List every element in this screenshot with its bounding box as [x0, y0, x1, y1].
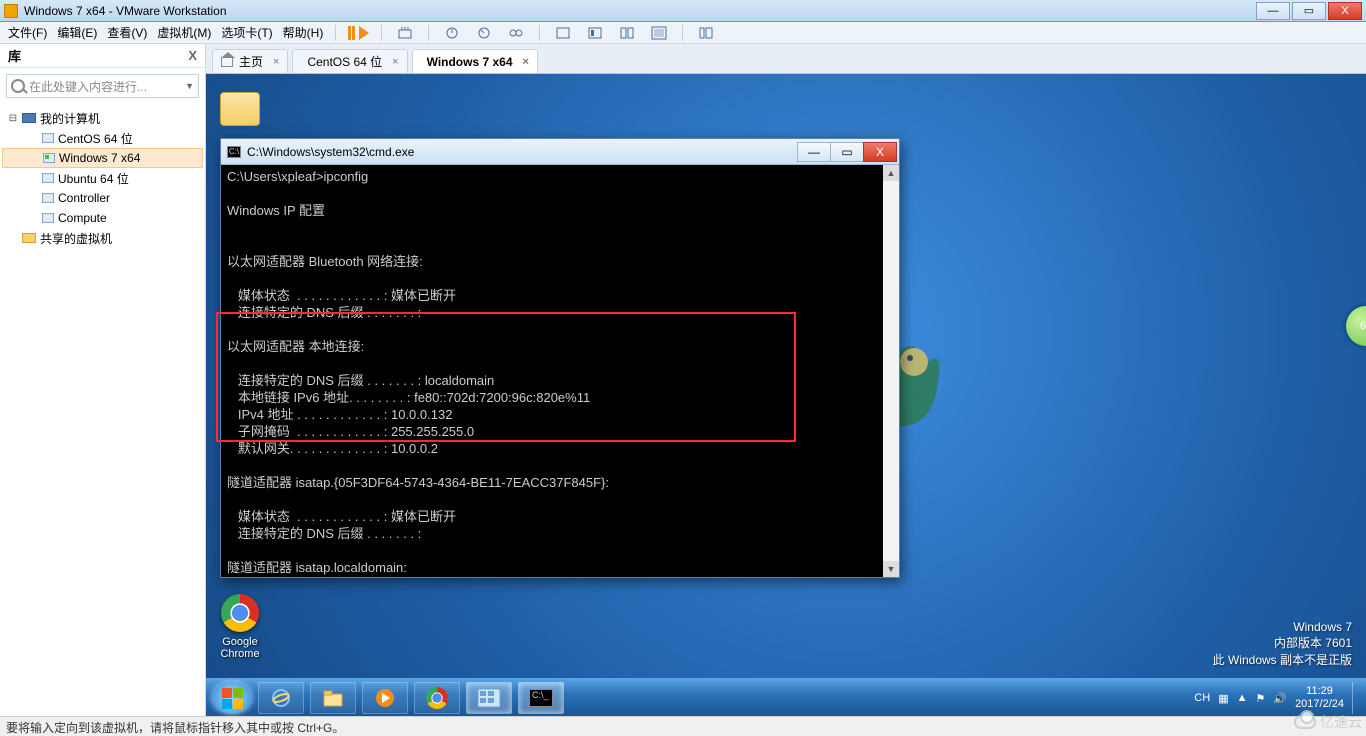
tab-close-icon[interactable]: × — [392, 56, 398, 68]
menu-help[interactable]: 帮助(H) — [283, 24, 324, 41]
library-tree: ⊟我的计算机 CentOS 64 位 Windows 7 x64 Ubuntu … — [0, 104, 205, 252]
show-desktop-button[interactable] — [1352, 682, 1360, 714]
library-close-button[interactable]: X — [188, 48, 197, 63]
separator — [381, 25, 382, 41]
separator — [682, 25, 683, 41]
vm-icon — [42, 213, 54, 223]
taskbar-explorer[interactable] — [310, 682, 356, 714]
vm-icon — [42, 173, 54, 183]
tab-close-icon[interactable]: × — [523, 56, 529, 68]
separator — [539, 25, 540, 41]
snapshot-revert-icon[interactable] — [473, 23, 495, 43]
fit-guest-icon[interactable] — [552, 23, 574, 43]
close-button[interactable]: X — [1328, 2, 1362, 20]
taskbar-cmd[interactable]: C:\_ — [518, 682, 564, 714]
menu-view[interactable]: 查看(V) — [107, 24, 147, 41]
vm-running-icon — [43, 153, 55, 163]
desktop-chrome-icon[interactable]: Google Chrome — [210, 594, 270, 660]
tree-item-centos[interactable]: CentOS 64 位 — [2, 128, 203, 148]
cmd-scrollbar[interactable]: ▲▼ — [883, 165, 899, 577]
snapshot-manage-icon[interactable] — [505, 23, 527, 43]
ime-toolbar-icon[interactable]: ▦ — [1218, 692, 1228, 705]
vm-tabs: 主页× CentOS 64 位× Windows 7 x64× — [206, 44, 1366, 74]
accelerator-badge[interactable]: 69 — [1346, 306, 1366, 346]
computer-icon — [22, 113, 36, 123]
menu-file[interactable]: 文件(F) — [8, 24, 47, 41]
system-tray: CH ▦ ▲ ⚑ 🔊 11:29 2017/2/24 — [1194, 682, 1360, 714]
ime-indicator[interactable]: CH — [1194, 692, 1210, 704]
tree-item-ubuntu[interactable]: Ubuntu 64 位 — [2, 168, 203, 188]
cmd-titlebar[interactable]: C:\ C:\Windows\system32\cmd.exe — ▭ X — [221, 139, 899, 165]
window-title: Windows 7 x64 - VMware Workstation — [24, 4, 227, 18]
maximize-button[interactable]: ▭ — [1292, 2, 1326, 20]
cmd-minimize-button[interactable]: — — [797, 142, 831, 162]
taskbar-taskmgr[interactable] — [466, 682, 512, 714]
unity-icon[interactable] — [616, 23, 638, 43]
home-icon — [221, 57, 233, 67]
tree-item-compute[interactable]: Compute — [2, 208, 203, 228]
tray-clock[interactable]: 11:29 2017/2/24 — [1295, 685, 1344, 711]
menu-vm[interactable]: 虚拟机(M) — [157, 24, 211, 41]
power-controls[interactable] — [348, 26, 369, 40]
library-search[interactable]: 在此处键入内容进行... ▼ — [6, 74, 199, 98]
start-button[interactable] — [212, 682, 252, 714]
tray-arrow-icon[interactable]: ▲ — [1237, 692, 1248, 704]
scroll-up-icon[interactable]: ▲ — [883, 165, 899, 181]
library-sidebar: 库 X 在此处键入内容进行... ▼ ⊟我的计算机 CentOS 64 位 Wi… — [0, 44, 206, 718]
scroll-down-icon[interactable]: ▼ — [883, 561, 899, 577]
menu-bar: 文件(F) 编辑(E) 查看(V) 虚拟机(M) 选项卡(T) 帮助(H) — [0, 22, 1366, 44]
tab-home[interactable]: 主页× — [212, 49, 288, 73]
send-keys-icon[interactable] — [394, 23, 416, 43]
vmware-icon — [4, 4, 18, 18]
search-icon — [11, 79, 25, 93]
tree-root-mycomputer[interactable]: ⊟我的计算机 — [2, 108, 203, 128]
minimize-button[interactable]: — — [1256, 2, 1290, 20]
folder-icon — [22, 233, 36, 243]
library-header: 库 X — [0, 44, 205, 68]
cmd-output: C:\Users\xpleaf>ipconfig Windows IP 配置 以… — [227, 169, 609, 575]
status-bar: 要将输入定向到该虚拟机，请将鼠标指针移入其中或按 Ctrl+G。 — [0, 716, 1366, 736]
cmd-title: C:\Windows\system32\cmd.exe — [247, 145, 414, 159]
tree-item-win7[interactable]: Windows 7 x64 — [2, 148, 203, 168]
library-toggle-icon[interactable] — [695, 23, 717, 43]
tab-close-icon[interactable]: × — [273, 56, 279, 68]
tree-root-shared[interactable]: 共享的虚拟机 — [2, 228, 203, 248]
taskbar-mediaplayer[interactable] — [362, 682, 408, 714]
separator — [335, 25, 336, 41]
cmd-window[interactable]: C:\ C:\Windows\system32\cmd.exe — ▭ X C:… — [220, 138, 900, 578]
taskbar-chrome[interactable] — [414, 682, 460, 714]
guest-taskbar[interactable]: C:\_ CH ▦ ▲ ⚑ 🔊 11:29 2017/2/24 — [206, 678, 1366, 718]
search-dropdown-icon[interactable]: ▼ — [185, 81, 194, 91]
windows-watermark: Windows 7 内部版本 7601 此 Windows 副本不是正版 — [1213, 620, 1352, 668]
search-placeholder: 在此处键入内容进行... — [29, 78, 147, 95]
action-center-icon[interactable]: ⚑ — [1255, 692, 1265, 705]
fullscreen-icon[interactable] — [648, 23, 670, 43]
separator — [428, 25, 429, 41]
tab-win7[interactable]: Windows 7 x64× — [412, 49, 538, 73]
desktop-folder-icon[interactable] — [210, 92, 270, 130]
volume-icon[interactable]: 🔊 — [1273, 692, 1287, 705]
snapshot-icon[interactable] — [441, 23, 463, 43]
vm-icon — [42, 193, 54, 203]
menu-edit[interactable]: 编辑(E) — [57, 24, 97, 41]
console-icon[interactable] — [584, 23, 606, 43]
library-title: 库 — [8, 46, 21, 65]
window-titlebar: Windows 7 x64 - VMware Workstation — ▭ X — [0, 0, 1366, 22]
cmd-body[interactable]: C:\Users\xpleaf>ipconfig Windows IP 配置 以… — [221, 165, 899, 577]
taskbar-ie[interactable] — [258, 682, 304, 714]
cmd-maximize-button[interactable]: ▭ — [830, 142, 864, 162]
menu-tabs[interactable]: 选项卡(T) — [221, 24, 272, 41]
cmd-close-button[interactable]: X — [863, 142, 897, 162]
guest-desktop[interactable]: Google Chrome C:\ C:\Windows\system32\cm… — [206, 74, 1366, 718]
content-area: 主页× CentOS 64 位× Windows 7 x64× Google C… — [206, 44, 1366, 718]
tab-centos[interactable]: CentOS 64 位× — [292, 49, 407, 73]
vm-icon — [42, 133, 54, 143]
cmd-icon: C:\ — [227, 146, 241, 158]
tree-item-controller[interactable]: Controller — [2, 188, 203, 208]
